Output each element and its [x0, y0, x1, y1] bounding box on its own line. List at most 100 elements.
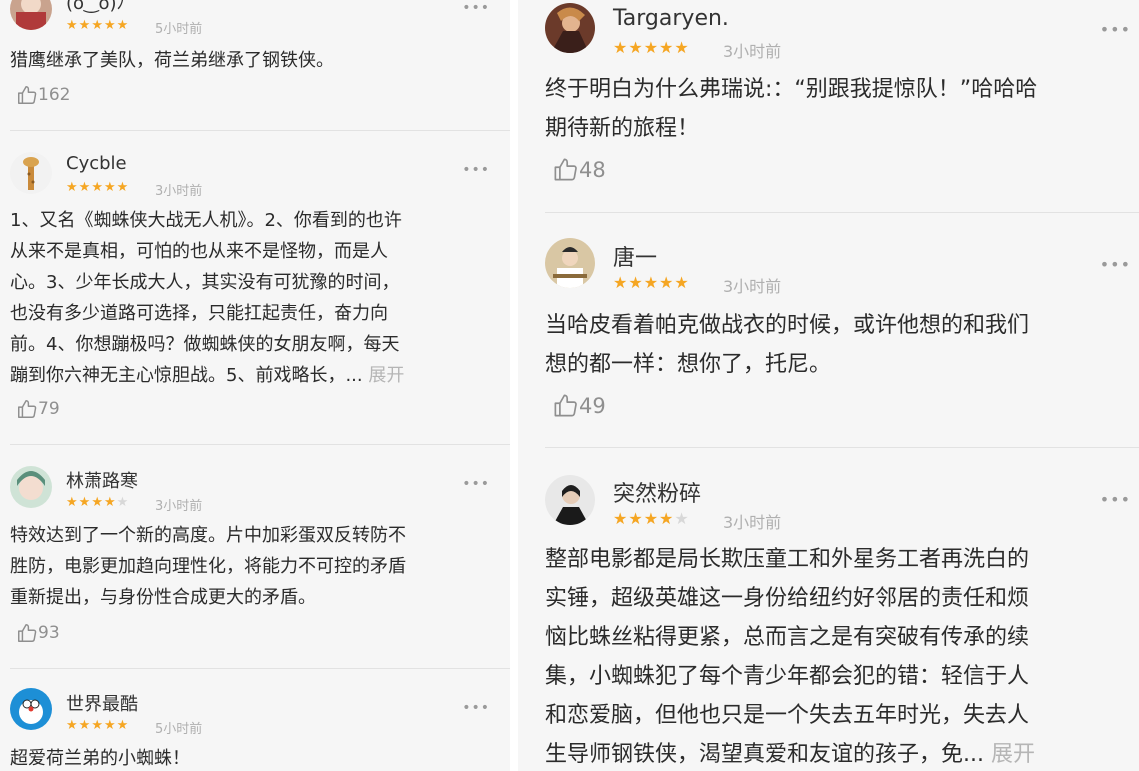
star-filled-icon: ★ — [643, 38, 660, 57]
star-empty-icon: ★ — [116, 495, 130, 510]
star-filled-icon: ★ — [659, 38, 675, 57]
rating-stars: ★★★★★ — [66, 18, 129, 33]
star-filled-icon: ★ — [103, 495, 117, 510]
review-text: 终于明白为什么弗瑞说:：“别跟我提惊队！”哈哈哈 期待新的旅程！ — [545, 77, 1038, 141]
thumbs-up-icon — [16, 622, 38, 644]
username[interactable]: 突然粉碎 — [613, 476, 701, 508]
username[interactable]: 唐一 — [613, 240, 657, 272]
rating-stars: ★★★★★ — [613, 38, 690, 57]
user-avatar[interactable] — [545, 475, 595, 525]
more-dots-icon[interactable]: ••• — [462, 0, 490, 16]
star-filled-icon: ★ — [78, 495, 92, 510]
divider — [10, 130, 510, 131]
user-avatar[interactable] — [545, 3, 595, 53]
star-filled-icon: ★ — [674, 273, 690, 292]
user-avatar[interactable] — [545, 238, 595, 288]
more-dots-icon[interactable]: ••• — [1100, 255, 1131, 274]
star-filled-icon: ★ — [674, 38, 690, 57]
post-time: 3小时前 — [155, 499, 203, 514]
post-time: 5小时前 — [155, 722, 203, 737]
star-filled-icon: ★ — [66, 718, 79, 733]
like-count: 79 — [38, 399, 60, 419]
rating-stars: ★★★★★ — [613, 509, 690, 528]
star-filled-icon: ★ — [628, 509, 644, 528]
post-time: 5小时前 — [155, 22, 203, 37]
star-filled-icon: ★ — [66, 180, 79, 195]
star-filled-icon: ★ — [103, 718, 117, 733]
star-filled-icon: ★ — [116, 180, 130, 195]
star-filled-icon: ★ — [91, 18, 104, 33]
divider — [545, 447, 1139, 448]
star-filled-icon: ★ — [659, 273, 675, 292]
post-time: 3小时前 — [155, 184, 203, 199]
star-filled-icon: ★ — [78, 718, 92, 733]
rating-stars: ★★★★★ — [66, 180, 129, 195]
post-time: 3小时前 — [723, 42, 782, 61]
username[interactable]: Cycble — [66, 153, 127, 174]
expand-link[interactable]: 展开 — [368, 365, 404, 386]
review-text: 猎鹰继承了美队，荷兰弟继承了钢铁侠。 — [10, 50, 334, 71]
user-avatar[interactable] — [10, 152, 52, 194]
star-filled-icon: ★ — [78, 180, 92, 195]
post-time: 3小时前 — [723, 513, 782, 532]
star-filled-icon: ★ — [613, 273, 629, 292]
review-text: 1、又名《蜘蛛侠大战无人机》。2、你看到的也许 从来不是真相，可怕的也从来不是怪… — [10, 210, 405, 386]
rating-stars: ★★★★★ — [66, 495, 129, 510]
like-button[interactable]: 48 — [552, 156, 606, 183]
star-filled-icon: ★ — [91, 495, 104, 510]
username[interactable]: (ô‿ô)ﾉ — [66, 0, 126, 15]
star-filled-icon: ★ — [116, 718, 130, 733]
more-dots-icon[interactable]: ••• — [1100, 490, 1131, 509]
review-text: 特效达到了一个新的高度。片中加彩蛋双反转防不 胜防，电影更加趋向理性化，将能力不… — [10, 525, 406, 608]
right-review-column[interactable]: Targaryen. ★★★★★ 3小时前 ••• 终于明白为什么弗瑞说:：“别… — [518, 0, 1139, 771]
more-dots-icon[interactable]: ••• — [462, 162, 490, 178]
divider — [545, 212, 1139, 213]
star-filled-icon: ★ — [628, 273, 644, 292]
post-time: 3小时前 — [723, 277, 782, 296]
user-avatar[interactable] — [10, 466, 52, 508]
user-avatar[interactable] — [10, 0, 52, 30]
username[interactable]: 世界最酷 — [66, 690, 138, 716]
star-filled-icon: ★ — [628, 38, 644, 57]
review-text: 整部电影都是局长欺压童工和外星务工者再洗白的 实锤，超级英雄这一身份给纽约好邻居… — [545, 547, 1035, 767]
star-empty-icon: ★ — [674, 509, 690, 528]
star-filled-icon: ★ — [116, 18, 130, 33]
star-filled-icon: ★ — [643, 273, 660, 292]
more-dots-icon[interactable]: ••• — [462, 476, 490, 492]
like-button[interactable]: 49 — [552, 392, 606, 419]
like-button[interactable]: 79 — [16, 398, 60, 420]
star-filled-icon: ★ — [659, 509, 675, 528]
thumbs-up-icon — [16, 398, 38, 420]
more-dots-icon[interactable]: ••• — [462, 700, 490, 716]
star-filled-icon: ★ — [643, 509, 660, 528]
star-filled-icon: ★ — [66, 18, 79, 33]
like-count: 48 — [579, 157, 606, 182]
username[interactable]: 林萧路寒 — [66, 467, 138, 493]
star-filled-icon: ★ — [103, 18, 117, 33]
username[interactable]: Targaryen. — [613, 6, 729, 31]
star-filled-icon: ★ — [613, 509, 629, 528]
user-avatar[interactable] — [10, 688, 52, 730]
like-count: 162 — [38, 85, 71, 105]
divider — [10, 668, 510, 669]
like-button[interactable]: 93 — [16, 622, 60, 644]
thumbs-up-icon — [552, 156, 579, 183]
star-filled-icon: ★ — [91, 718, 104, 733]
star-filled-icon: ★ — [91, 180, 104, 195]
like-button[interactable]: 162 — [16, 84, 70, 106]
star-filled-icon: ★ — [103, 180, 117, 195]
like-count: 93 — [38, 623, 60, 643]
review-text: 当哈皮看着帕克做战衣的时候，或许他想的和我们 想的都一样：想你了，托尼。 — [545, 313, 1030, 377]
star-filled-icon: ★ — [613, 38, 629, 57]
like-count: 49 — [579, 393, 606, 418]
left-review-column[interactable]: (ô‿ô)ﾉ ★★★★★ 5小时前 ••• 猎鹰继承了美队，荷兰弟继承了钢铁侠。… — [0, 0, 510, 771]
thumbs-up-icon — [552, 392, 579, 419]
expand-link[interactable]: 展开 — [991, 742, 1035, 767]
rating-stars: ★★★★★ — [66, 718, 129, 733]
divider — [10, 444, 510, 445]
review-text: 超爱荷兰弟的小蜘蛛！ — [10, 748, 190, 769]
star-filled-icon: ★ — [78, 18, 92, 33]
more-dots-icon[interactable]: ••• — [1100, 20, 1131, 39]
rating-stars: ★★★★★ — [613, 273, 690, 292]
star-filled-icon: ★ — [66, 495, 79, 510]
